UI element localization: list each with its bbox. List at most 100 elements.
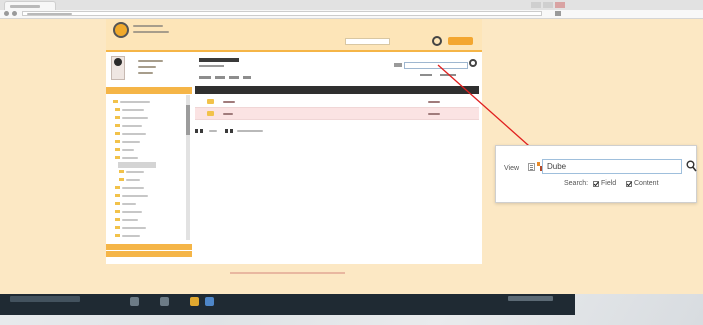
- taskbar-clock: [508, 296, 553, 301]
- tree-item[interactable]: [122, 133, 146, 135]
- os-taskbar: [0, 294, 575, 315]
- tree-item[interactable]: [122, 149, 134, 151]
- browser-tab[interactable]: [4, 1, 56, 10]
- view-toggle-mini[interactable]: [394, 63, 402, 67]
- folder-icon: [115, 226, 120, 229]
- tree-item[interactable]: [126, 179, 140, 181]
- tree-item[interactable]: [122, 187, 144, 189]
- tree-item[interactable]: [126, 171, 144, 173]
- sidebar-section-header[interactable]: [106, 251, 192, 257]
- search-input[interactable]: [542, 159, 682, 174]
- taskbar-search[interactable]: [10, 296, 80, 302]
- folder-icon: [115, 218, 120, 221]
- row-name: [223, 101, 235, 103]
- folder-icon: [207, 111, 214, 116]
- user-detail-placeholder: [138, 66, 156, 68]
- folder-icon: [115, 148, 120, 151]
- search-input-mini[interactable]: [404, 62, 468, 69]
- taskbar-app-icon[interactable]: [130, 297, 139, 306]
- taskbar-app-icon[interactable]: [160, 297, 169, 306]
- header-search-input[interactable]: [345, 38, 390, 45]
- tree-item[interactable]: [122, 219, 138, 221]
- search-callout: [495, 145, 697, 203]
- tree-item[interactable]: [122, 141, 140, 143]
- toolbar-action[interactable]: [229, 76, 239, 79]
- field-checkbox[interactable]: [593, 181, 599, 187]
- list-view-icon-line: [530, 165, 533, 166]
- maximize-button[interactable]: [543, 2, 553, 8]
- folder-icon: [115, 140, 120, 143]
- check-icon: [626, 181, 632, 187]
- tree-item[interactable]: [122, 125, 142, 127]
- folder-icon: [119, 170, 124, 173]
- content-checkbox[interactable]: [626, 181, 632, 187]
- tree-item[interactable]: [122, 195, 148, 197]
- table-header: [195, 86, 479, 94]
- menu-icon[interactable]: [555, 11, 561, 16]
- next-page-icon[interactable]: [225, 129, 228, 133]
- back-icon[interactable]: [4, 11, 9, 16]
- app-header: [106, 19, 482, 52]
- tree-item[interactable]: [122, 227, 146, 229]
- folder-icon: [115, 156, 120, 159]
- sidebar-header[interactable]: [106, 87, 192, 94]
- folder-icon: [119, 178, 124, 181]
- folder-icon: [113, 100, 118, 103]
- list-view-icon-line: [530, 169, 533, 170]
- tree-item-selected[interactable]: [118, 162, 156, 168]
- page-title: [199, 58, 239, 62]
- check-icon: [593, 181, 599, 187]
- pagination: [195, 129, 315, 134]
- tree-item[interactable]: [120, 101, 150, 103]
- avatar-head: [114, 58, 122, 66]
- folder-icon: [207, 99, 214, 104]
- page-size-placeholder: [237, 130, 263, 132]
- field-option-label: Field: [601, 180, 617, 187]
- table-row-highlighted[interactable]: [195, 108, 479, 120]
- user-detail-placeholder: [138, 72, 153, 74]
- breadcrumb[interactable]: [199, 65, 224, 67]
- search-icon-mini[interactable]: [469, 59, 477, 67]
- app-logo: [113, 22, 129, 38]
- search-caption: Search:: [564, 180, 589, 187]
- app-subtitle-placeholder: [133, 31, 169, 33]
- prev-page-icon[interactable]: [200, 129, 203, 133]
- folder-icon: [115, 234, 120, 237]
- taskbar-app-icon[interactable]: [190, 297, 199, 306]
- tree-item[interactable]: [122, 117, 148, 119]
- row-meta: [428, 101, 440, 103]
- last-page-icon[interactable]: [230, 129, 233, 133]
- table-row[interactable]: [195, 96, 479, 108]
- toolbar-action[interactable]: [199, 76, 211, 79]
- row-meta: [428, 113, 440, 115]
- close-window-button[interactable]: [555, 2, 565, 8]
- toolbar-action[interactable]: [215, 76, 225, 79]
- search-icon[interactable]: [686, 160, 697, 172]
- search-option-mini[interactable]: [440, 74, 456, 76]
- tree-item[interactable]: [122, 157, 138, 159]
- forward-icon[interactable]: [12, 11, 17, 16]
- header-action-button[interactable]: [448, 37, 473, 45]
- list-view-icon-line: [530, 167, 533, 168]
- taskbar-app-icon[interactable]: [205, 297, 214, 306]
- folder-icon: [115, 186, 120, 189]
- minimize-button[interactable]: [531, 2, 541, 8]
- view-label: View: [504, 165, 520, 172]
- footer-text-placeholder: [230, 272, 345, 274]
- tree-item[interactable]: [122, 235, 140, 237]
- tree-item[interactable]: [122, 203, 136, 205]
- folder-icon: [115, 132, 120, 135]
- folder-tree: [106, 94, 192, 242]
- search-option-mini[interactable]: [420, 74, 432, 76]
- sidebar-section-header[interactable]: [106, 244, 192, 250]
- list-view-icon[interactable]: [528, 163, 535, 171]
- content-option-label: Content: [634, 180, 659, 187]
- address-field[interactable]: [22, 11, 542, 16]
- toolbar-action[interactable]: [243, 76, 251, 79]
- header-search-icon[interactable]: [432, 36, 442, 46]
- page-number-placeholder: [209, 130, 217, 132]
- first-page-icon[interactable]: [195, 129, 198, 133]
- tree-scrollbar-thumb[interactable]: [186, 105, 190, 135]
- tree-item[interactable]: [122, 211, 142, 213]
- tree-item[interactable]: [122, 109, 144, 111]
